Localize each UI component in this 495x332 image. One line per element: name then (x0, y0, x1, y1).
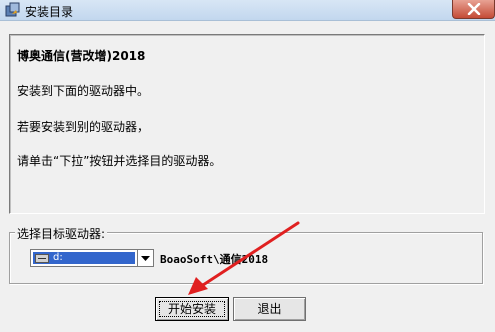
info-text-line-3: 请单击“下拉”按钮并选择目的驱动器。 (17, 154, 222, 168)
window-title: 安装目录 (25, 5, 74, 19)
title-bar: 安装目录 (0, 0, 495, 21)
drive-groupbox: 选择目标驱动器: d: BoaoSoft\通信2018 (9, 225, 483, 284)
install-path: BoaoSoft\通信2018 (160, 253, 269, 266)
drive-icon (35, 254, 49, 263)
close-button[interactable] (452, 0, 495, 19)
drive-group-label: 选择目标驱动器: (15, 225, 108, 242)
start-install-label: 开始安装 (167, 302, 216, 316)
start-install-button[interactable]: 开始安装 (155, 297, 229, 321)
info-panel: 博奥通信(营改增)2018 安装到下面的驱动器中。 若要安装到别的驱动器， 请单… (9, 34, 485, 214)
info-text-line-1: 安装到下面的驱动器中。 (17, 84, 150, 98)
exit-label: 退出 (257, 302, 282, 316)
product-heading: 博奥通信(营改增)2018 (17, 49, 146, 63)
close-icon (467, 3, 481, 15)
installer-icon (5, 2, 21, 18)
chevron-down-icon (141, 256, 150, 261)
exit-button[interactable]: 退出 (233, 297, 306, 321)
drive-letter: d: (53, 252, 63, 263)
drive-selected-item[interactable]: d: (33, 252, 135, 264)
info-text-line-2: 若要安装到别的驱动器， (17, 120, 150, 134)
drive-dropdown-button[interactable] (138, 249, 154, 267)
drive-select[interactable]: d: (30, 249, 138, 267)
